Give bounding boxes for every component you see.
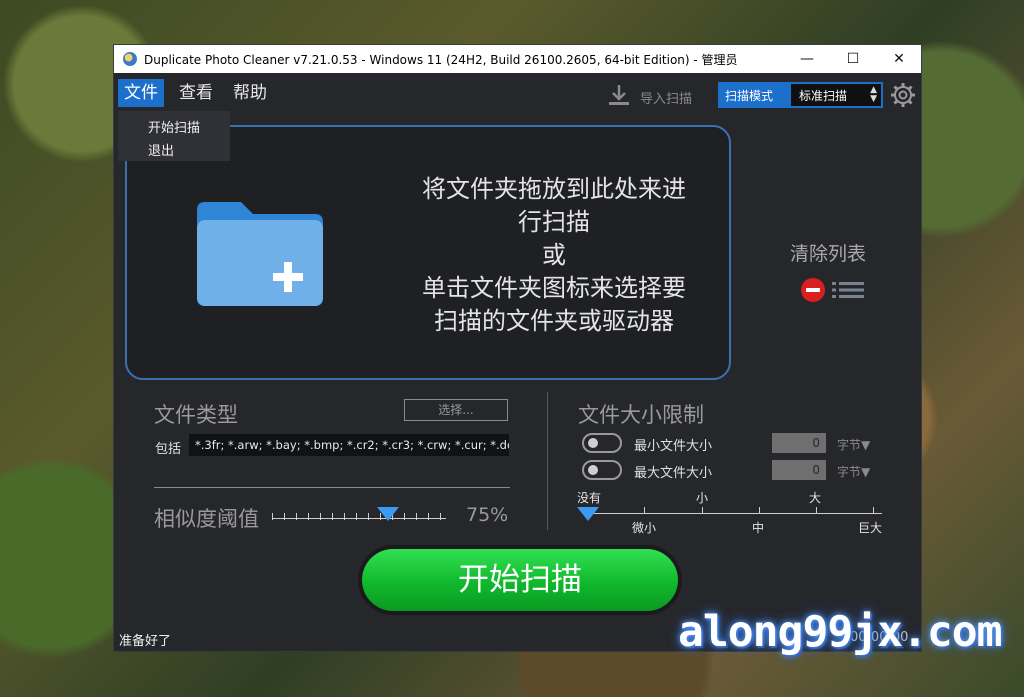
size-scale-label: 大: [809, 491, 822, 505]
slider-tick: [416, 513, 417, 520]
watermark: along99jx.com: [678, 607, 1003, 657]
file-size-title: 文件大小限制: [578, 403, 704, 427]
slider-tick: [644, 507, 645, 513]
slider-tick: [284, 513, 285, 520]
min-size-unit-select[interactable]: 字节▼: [837, 436, 870, 453]
file-dropdown-menu: 开始扫描 退出: [118, 111, 230, 161]
slider-tick: [320, 513, 321, 520]
slider-tick: [344, 513, 345, 520]
drop-text-line: 行扫描: [518, 208, 590, 236]
drop-text-line: 单击文件夹图标来选择要: [422, 274, 686, 302]
similarity-slider-thumb[interactable]: [377, 507, 399, 521]
slider-tick: [702, 507, 703, 513]
size-scale-label: 小: [696, 491, 709, 505]
menu-file[interactable]: 文件: [118, 79, 164, 107]
start-scan-button[interactable]: 开始扫描: [362, 549, 678, 611]
drop-text-line: 或: [542, 241, 566, 269]
gear-icon[interactable]: [890, 82, 916, 108]
clear-list-icon[interactable]: [800, 277, 866, 303]
similarity-slider-track[interactable]: [272, 513, 446, 523]
size-slider-thumb[interactable]: [577, 507, 599, 521]
drop-instructions: 将文件夹拖放到此处来进 行扫描 或 单击文件夹图标来选择要 扫描的文件夹或驱动器: [399, 173, 709, 338]
app-icon: [123, 52, 137, 66]
size-scale-label: 微小: [632, 521, 657, 535]
size-scale-label: 巨大: [858, 521, 883, 535]
scan-mode-value: 标准扫描: [799, 89, 848, 103]
size-slider-track[interactable]: [588, 513, 882, 514]
slider-tick: [356, 513, 357, 520]
max-size-toggle[interactable]: [582, 460, 622, 480]
clear-list-label: 清除列表: [790, 243, 867, 265]
max-size-input[interactable]: 0: [772, 460, 826, 480]
scan-mode-select[interactable]: 标准扫描 ▲ ▼: [791, 84, 881, 106]
include-label: 包括: [155, 442, 182, 457]
slider-tick: [332, 513, 333, 520]
add-folder-icon[interactable]: [193, 200, 327, 308]
status-text: 准备好了: [119, 634, 172, 649]
close-button[interactable]: ✕: [876, 45, 922, 73]
import-scan-label: 导入扫描: [640, 92, 693, 107]
file-types-title: 文件类型: [154, 403, 238, 427]
menu-item-exit[interactable]: 退出: [148, 140, 174, 159]
slider-tick: [816, 507, 817, 513]
slider-tick: [272, 513, 273, 520]
min-size-toggle[interactable]: [582, 433, 622, 453]
start-scan-wrapper: 开始扫描: [358, 545, 682, 615]
slider-tick: [404, 513, 405, 520]
title-bar: Duplicate Photo Cleaner v7.21.0.53 - Win…: [114, 45, 921, 73]
menu-view[interactable]: 查看: [173, 79, 219, 107]
slider-line: [272, 518, 446, 519]
min-size-label: 最小文件大小: [634, 439, 713, 454]
divider: [154, 487, 510, 488]
similarity-value: 75%: [466, 504, 509, 526]
slider-tick: [368, 513, 369, 520]
spinner-arrows-icon: ▲ ▼: [870, 85, 877, 104]
size-scale-label: 没有: [577, 491, 602, 505]
scan-mode-label: 扫描模式: [725, 89, 774, 103]
menu-item-start-scan[interactable]: 开始扫描: [148, 117, 200, 136]
file-types-field[interactable]: *.3fr; *.arw; *.bay; *.bmp; *.cr2; *.cr3…: [189, 434, 509, 456]
drop-text-line: 将文件夹拖放到此处来进: [422, 175, 686, 203]
max-size-label: 最大文件大小: [634, 466, 713, 481]
slider-tick: [308, 513, 309, 520]
drop-text-line: 扫描的文件夹或驱动器: [434, 307, 674, 335]
similarity-title: 相似度阈值: [154, 507, 259, 531]
min-size-input[interactable]: 0: [772, 433, 826, 453]
max-size-unit-select[interactable]: 字节▼: [837, 463, 870, 480]
size-scale-label: 中: [752, 521, 765, 535]
divider: [547, 392, 548, 530]
slider-tick: [759, 507, 760, 513]
app-window: Duplicate Photo Cleaner v7.21.0.53 - Win…: [113, 44, 922, 652]
menu-help[interactable]: 帮助: [227, 79, 273, 107]
slider-tick: [296, 513, 297, 520]
slider-tick: [428, 513, 429, 520]
window-title: Duplicate Photo Cleaner v7.21.0.53 - Win…: [144, 53, 738, 67]
choose-types-button[interactable]: 选择...: [404, 399, 508, 421]
slider-tick: [873, 507, 874, 513]
scan-mode-control: 扫描模式 标准扫描 ▲ ▼: [718, 82, 883, 108]
download-icon: [609, 85, 629, 105]
folder-drop-zone[interactable]: 将文件夹拖放到此处来进 行扫描 或 单击文件夹图标来选择要 扫描的文件夹或驱动器: [125, 125, 731, 380]
slider-tick: [440, 513, 441, 520]
minimize-button[interactable]: —: [784, 45, 830, 73]
maximize-button[interactable]: ☐: [830, 45, 876, 73]
